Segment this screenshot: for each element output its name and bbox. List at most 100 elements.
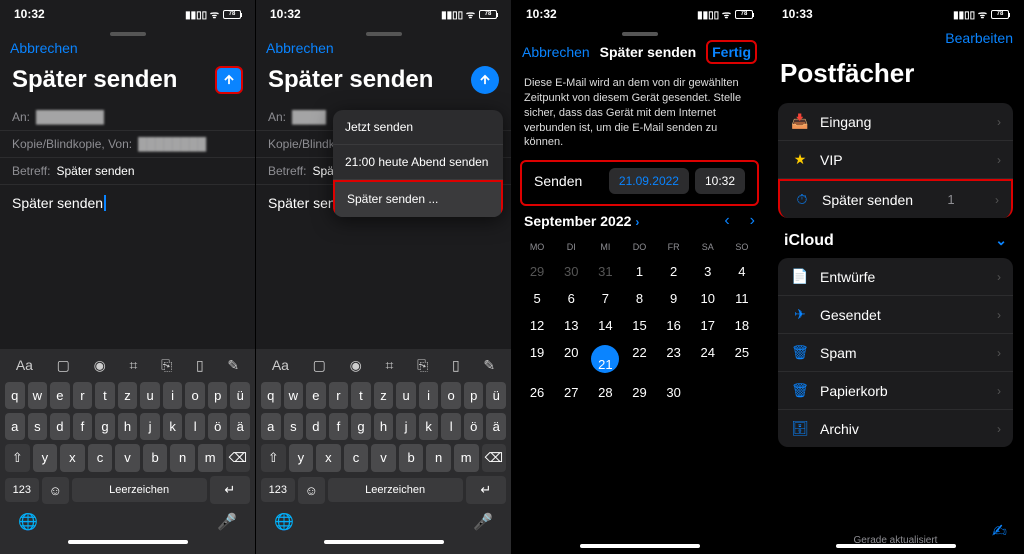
key-⇧[interactable]: ⇧ xyxy=(261,444,286,472)
cal-day[interactable]: 28 xyxy=(588,379,622,406)
key-p[interactable]: p xyxy=(208,382,228,409)
key-w[interactable]: w xyxy=(28,382,48,409)
to-field[interactable]: An:████████ xyxy=(0,104,255,131)
key-b[interactable]: b xyxy=(399,444,424,472)
key-n[interactable]: n xyxy=(170,444,195,472)
cal-day[interactable]: 15 xyxy=(622,312,656,339)
key-c[interactable]: c xyxy=(344,444,369,472)
icloud-header[interactable]: iCloud⌄ xyxy=(768,222,1023,254)
key-ö[interactable]: ö xyxy=(208,413,228,440)
key-z[interactable]: z xyxy=(118,382,138,409)
sheet-grabber[interactable] xyxy=(366,32,402,36)
camera-icon[interactable]: ◉ xyxy=(350,357,362,374)
photo-icon[interactable]: ▢ xyxy=(313,357,326,374)
key-e[interactable]: e xyxy=(306,382,326,409)
cal-day[interactable]: 8 xyxy=(622,285,656,312)
markup-icon[interactable]: ✎ xyxy=(483,357,495,374)
key-o[interactable]: o xyxy=(441,382,461,409)
key-r[interactable]: r xyxy=(329,382,349,409)
key-u[interactable]: u xyxy=(396,382,416,409)
key-i[interactable]: i xyxy=(419,382,439,409)
trash-item[interactable]: 🗑Papierkorb› xyxy=(778,372,1013,410)
attach-icon[interactable]: ▯ xyxy=(452,357,460,374)
cal-day[interactable]: 5 xyxy=(520,285,554,312)
attach-icon[interactable]: ▯ xyxy=(196,357,204,374)
key-m[interactable]: m xyxy=(198,444,223,472)
home-indicator[interactable] xyxy=(836,544,956,548)
key-z[interactable]: z xyxy=(374,382,394,409)
scan-icon[interactable]: ⌗ xyxy=(385,357,393,374)
home-indicator[interactable] xyxy=(324,540,444,544)
cc-field[interactable]: Kopie/Blindkopie, Von:████████ xyxy=(0,131,255,158)
key-d[interactable]: d xyxy=(306,413,326,440)
key-l[interactable]: l xyxy=(441,413,461,440)
send-later-item[interactable]: ⏱Später senden1› xyxy=(778,179,1013,218)
inbox-item[interactable]: 📥Eingang› xyxy=(778,103,1013,141)
cal-day[interactable]: 3 xyxy=(691,258,725,285)
globe-icon[interactable]: 🌐 xyxy=(18,512,38,532)
key-ä[interactable]: ä xyxy=(486,413,506,440)
key-s[interactable]: s xyxy=(28,413,48,440)
key-y[interactable]: y xyxy=(33,444,58,472)
key-n[interactable]: n xyxy=(426,444,451,472)
cal-day[interactable]: 6 xyxy=(554,285,588,312)
key-⇧[interactable]: ⇧ xyxy=(5,444,30,472)
key-g[interactable]: g xyxy=(351,413,371,440)
send-button[interactable] xyxy=(471,66,499,94)
next-month-button[interactable]: › xyxy=(750,212,755,230)
key-o[interactable]: o xyxy=(185,382,205,409)
keyboard[interactable]: Aa ▢ ◉ ⌗ ⎘ ▯ ✎ qwertzuiopü asdfghjklöä ⇧… xyxy=(0,349,255,554)
key-d[interactable]: d xyxy=(50,413,70,440)
mic-icon[interactable]: 🎤 xyxy=(217,512,237,532)
key-c[interactable]: c xyxy=(88,444,113,472)
cal-day[interactable]: 18 xyxy=(725,312,759,339)
cal-day[interactable]: 13 xyxy=(554,312,588,339)
key-a[interactable]: a xyxy=(261,413,281,440)
cal-day[interactable]: 11 xyxy=(725,285,759,312)
photo-icon[interactable]: ▢ xyxy=(57,357,70,374)
emoji-key[interactable]: ☺ xyxy=(298,477,325,504)
cancel-button[interactable]: Abbrechen xyxy=(266,40,334,56)
cal-day[interactable]: 1 xyxy=(622,258,656,285)
sent-item[interactable]: ✈Gesendet› xyxy=(778,296,1013,334)
space-key[interactable]: Leerzeichen xyxy=(72,478,207,502)
time-pill[interactable]: 10:32 xyxy=(695,168,745,194)
subject-field[interactable]: Betreff:Später senden xyxy=(0,158,255,185)
cal-day[interactable]: 14 xyxy=(588,312,622,339)
key-x[interactable]: x xyxy=(60,444,85,472)
key-q[interactable]: q xyxy=(5,382,25,409)
key-j[interactable]: j xyxy=(140,413,160,440)
key-m[interactable]: m xyxy=(454,444,479,472)
cal-day[interactable]: 23 xyxy=(657,339,691,379)
send-button[interactable] xyxy=(215,66,243,94)
doc-scan-icon[interactable]: ⎘ xyxy=(161,357,172,374)
cal-day[interactable]: 25 xyxy=(725,339,759,379)
cal-day[interactable]: 19 xyxy=(520,339,554,379)
date-pill[interactable]: 21.09.2022 xyxy=(609,168,689,194)
key-v[interactable]: v xyxy=(115,444,140,472)
space-key[interactable]: Leerzeichen xyxy=(328,478,463,502)
cal-day[interactable]: 22 xyxy=(622,339,656,379)
sheet-grabber[interactable] xyxy=(110,32,146,36)
key-g[interactable]: g xyxy=(95,413,115,440)
cal-day[interactable]: 29 xyxy=(622,379,656,406)
cal-day[interactable]: 31 xyxy=(588,258,622,285)
key-⌫[interactable]: ⌫ xyxy=(482,444,507,472)
key-ü[interactable]: ü xyxy=(230,382,250,409)
cal-day[interactable]: 4 xyxy=(725,258,759,285)
key-y[interactable]: y xyxy=(289,444,314,472)
key-f[interactable]: f xyxy=(73,413,93,440)
key-s[interactable]: s xyxy=(284,413,304,440)
key-i[interactable]: i xyxy=(163,382,183,409)
cancel-button[interactable]: Abbrechen xyxy=(522,44,590,60)
key-ö[interactable]: ö xyxy=(464,413,484,440)
num-key[interactable]: 123 xyxy=(261,478,295,502)
vip-item[interactable]: ★VIP› xyxy=(778,141,1013,179)
cal-day[interactable]: 12 xyxy=(520,312,554,339)
key-a[interactable]: a xyxy=(5,413,25,440)
cal-day[interactable]: 26 xyxy=(520,379,554,406)
cal-day[interactable]: 29 xyxy=(520,258,554,285)
cal-day[interactable]: 30 xyxy=(554,258,588,285)
camera-icon[interactable]: ◉ xyxy=(94,357,106,374)
emoji-key[interactable]: ☺ xyxy=(42,477,69,504)
